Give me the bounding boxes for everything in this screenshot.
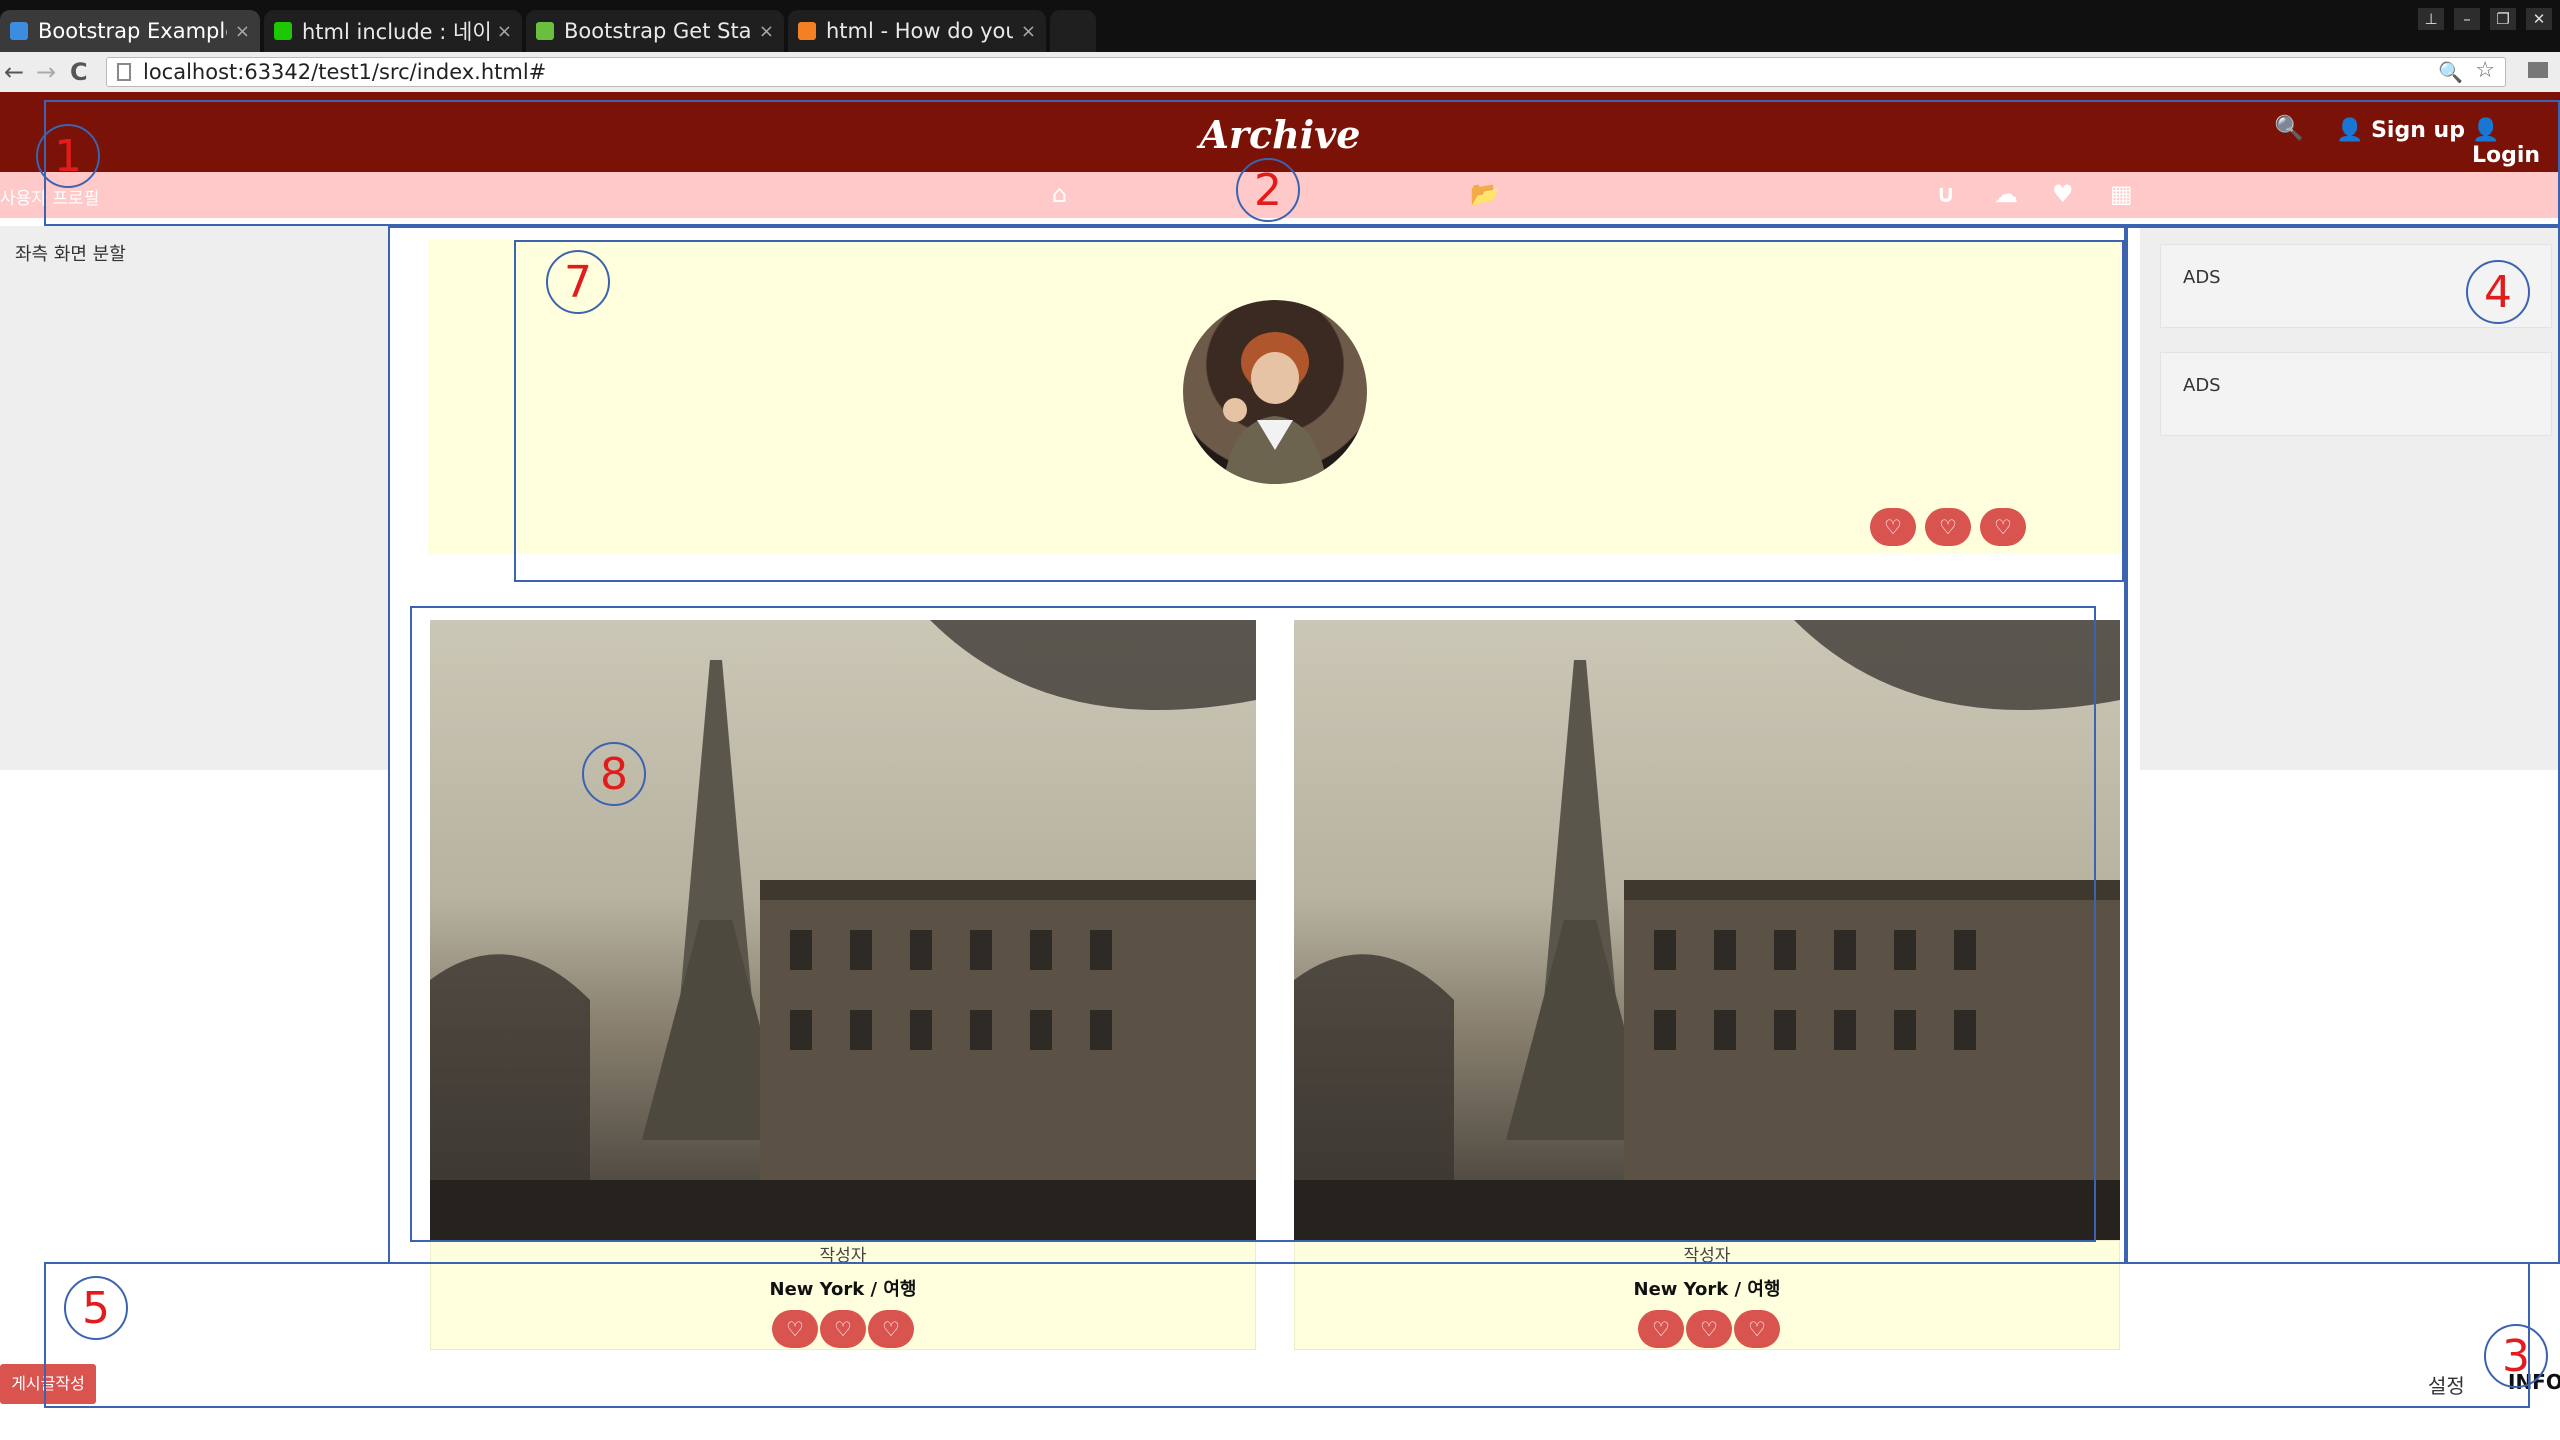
forward-icon[interactable]: → [36, 58, 56, 86]
user-icon[interactable]: ⊥ [2418, 8, 2444, 30]
annotation-number: 7 [546, 250, 610, 314]
annotation-number: 4 [2466, 260, 2530, 324]
close-tab-icon[interactable]: × [1021, 21, 1036, 42]
annotation-number: 8 [582, 742, 646, 806]
annotation-number: 3 [2484, 1324, 2548, 1388]
zoom-icon[interactable]: 🔍 [2438, 60, 2463, 84]
address-bar[interactable]: localhost:63342/test1/src/index.html# 🔍 … [106, 57, 2506, 87]
tab-html-include[interactable]: html include : 네이버 × [264, 10, 522, 52]
annotation-box-profile [514, 240, 2124, 582]
new-tab-button[interactable] [1050, 10, 1096, 52]
back-icon[interactable]: ← [4, 58, 24, 86]
webstorm-icon [10, 22, 28, 40]
close-tab-icon[interactable]: × [759, 21, 774, 42]
annotation-number: 1 [36, 124, 100, 188]
browser-toolbar: ← → C localhost:63342/test1/src/index.ht… [0, 52, 2560, 93]
annotation-box-photos [410, 606, 2096, 1242]
close-tab-icon[interactable]: × [235, 21, 250, 42]
tab-bootstrap-get-started[interactable]: Bootstrap Get Starte × [526, 10, 784, 52]
close-tab-icon[interactable]: × [497, 21, 512, 42]
bootstrap-icon [536, 22, 554, 40]
naver-icon [274, 22, 292, 40]
annotation-box-footer [44, 1262, 2530, 1408]
left-panel-text: 좌측 화면 분할 [15, 244, 126, 265]
annotation-number: 5 [64, 1276, 128, 1340]
page-icon [117, 63, 131, 81]
tab-how-do-you[interactable]: html - How do you × [788, 10, 1046, 52]
close-window-icon[interactable]: ✕ [2526, 8, 2552, 30]
reload-icon[interactable]: C [70, 58, 88, 86]
browser-tab-bar: Bootstrap Example × html include : 네이버 ×… [0, 0, 2560, 52]
left-panel: 좌측 화면 분할 [0, 226, 390, 770]
tab-bootstrap-example[interactable]: Bootstrap Example × [0, 10, 260, 52]
window-controls: ⊥ – ❐ ✕ [2418, 8, 2552, 30]
extension-icon[interactable] [2528, 62, 2548, 78]
annotation-box-right [2126, 226, 2560, 1264]
minimize-icon[interactable]: – [2454, 8, 2480, 30]
bookmark-star-icon[interactable]: ☆ [2475, 58, 2495, 83]
annotation-box-header [44, 100, 2560, 226]
stackoverflow-icon [798, 22, 816, 40]
url-text[interactable]: localhost:63342/test1/src/index.html# [143, 58, 546, 86]
restore-icon[interactable]: ❐ [2490, 8, 2516, 30]
annotation-number: 2 [1236, 158, 1300, 222]
